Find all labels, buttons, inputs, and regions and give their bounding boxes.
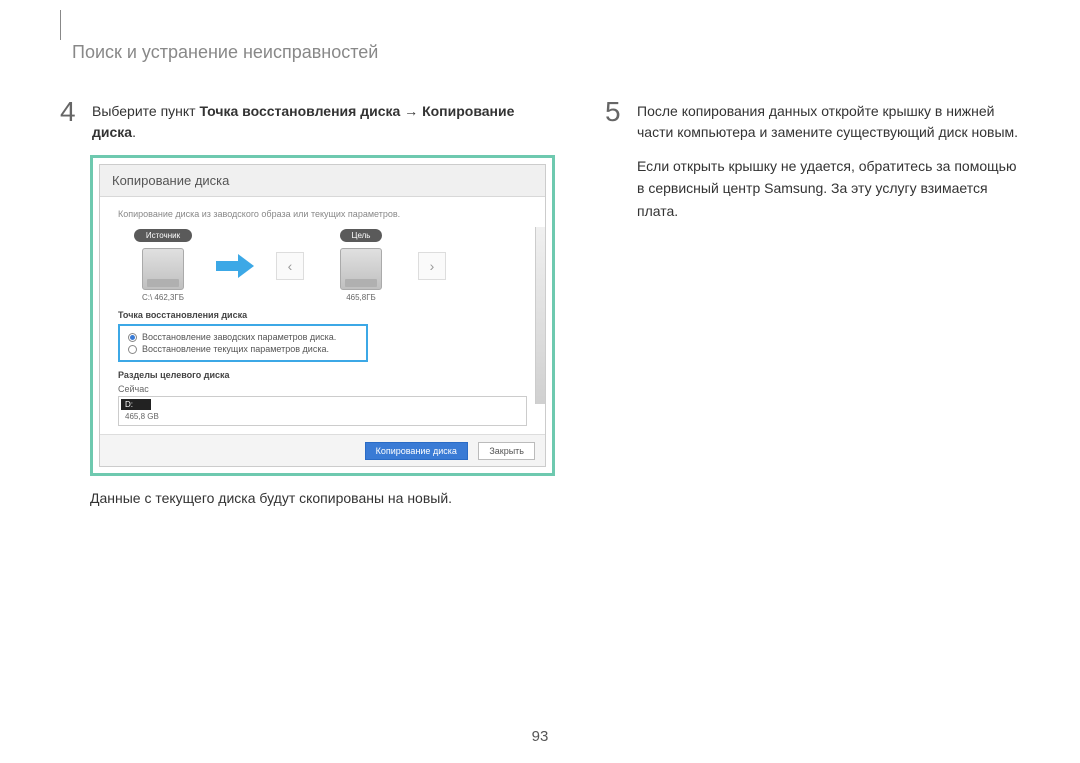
next-button[interactable]: › bbox=[418, 252, 446, 280]
target-disk: Цель 465,8ГБ bbox=[316, 229, 406, 302]
step4-bold1: Точка восстановления диска bbox=[199, 103, 400, 119]
radio-icon bbox=[128, 345, 137, 354]
now-label: Сейчас bbox=[118, 384, 527, 394]
step4-arrow: → bbox=[400, 103, 422, 119]
target-capacity: 465,8ГБ bbox=[316, 293, 406, 302]
recovery-options: Восстановление заводских параметров диск… bbox=[118, 324, 368, 362]
disk-row: Источник С:\ 462,3ГБ ‹ Цель bbox=[118, 229, 527, 302]
step4-suffix: . bbox=[132, 124, 136, 140]
radio-factory[interactable]: Восстановление заводских параметров диск… bbox=[128, 331, 358, 343]
step-number-5: 5 bbox=[605, 98, 625, 126]
radio-current-label: Восстановление текущих параметров диска. bbox=[142, 344, 329, 354]
arrow-right-icon bbox=[216, 254, 256, 278]
step-4-caption: Данные с текущего диска будут скопирован… bbox=[90, 488, 555, 509]
partitions-label: Разделы целевого диска bbox=[118, 370, 527, 380]
partition-letter: D: bbox=[121, 399, 151, 410]
step-number-4: 4 bbox=[60, 98, 80, 126]
source-label: Источник bbox=[134, 229, 192, 242]
partition-display: Сейчас D: 465,8 GB bbox=[118, 384, 527, 426]
hdd-icon bbox=[142, 248, 184, 290]
recovery-point-label: Точка восстановления диска bbox=[118, 310, 527, 320]
step-5-continue: Если открыть крышку не удается, обратите… bbox=[637, 155, 1020, 222]
radio-factory-label: Восстановление заводских параметров диск… bbox=[142, 332, 336, 342]
step4-prefix: Выберите пункт bbox=[92, 103, 199, 119]
step-4-text: Выберите пункт Точка восстановления диск… bbox=[92, 98, 555, 143]
dialog-footer: Копирование диска Закрыть bbox=[100, 434, 545, 466]
dialog-title: Копирование диска bbox=[100, 165, 545, 197]
prev-button[interactable]: ‹ bbox=[276, 252, 304, 280]
radio-current[interactable]: Восстановление текущих параметров диска. bbox=[128, 343, 358, 355]
page-number: 93 bbox=[0, 728, 1080, 745]
source-capacity: С:\ 462,3ГБ bbox=[118, 293, 208, 302]
radio-icon bbox=[128, 333, 137, 342]
hdd-icon bbox=[340, 248, 382, 290]
step-5-text: После копирования данных откройте крышку… bbox=[637, 98, 1020, 143]
partition-size: 465,8 GB bbox=[121, 410, 524, 423]
dialog-description: Копирование диска из заводского образа и… bbox=[118, 209, 527, 219]
page-header: Поиск и устранение неисправностей bbox=[60, 30, 1020, 63]
source-disk: Источник С:\ 462,3ГБ bbox=[118, 229, 208, 302]
scrollbar[interactable] bbox=[535, 227, 545, 404]
screenshot-frame: Копирование диска Копирование диска из з… bbox=[90, 155, 555, 476]
close-button[interactable]: Закрыть bbox=[478, 442, 535, 460]
target-label: Цель bbox=[340, 229, 383, 242]
copy-disk-button[interactable]: Копирование диска bbox=[365, 442, 468, 460]
